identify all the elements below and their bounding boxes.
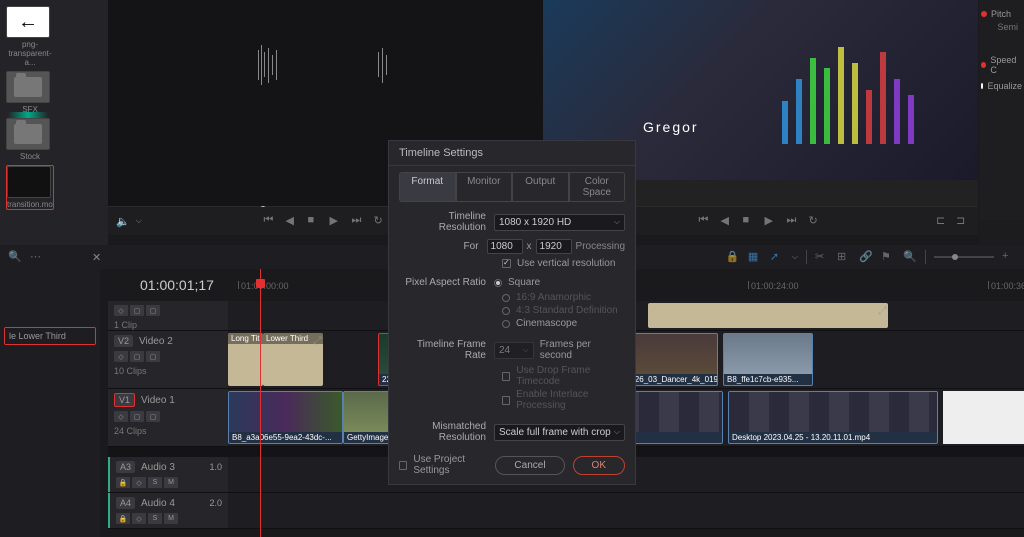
search-icon[interactable]: 🔍 bbox=[8, 250, 22, 264]
track-header-a3[interactable]: A3Audio 31.0 🔒◇SM bbox=[108, 457, 228, 492]
waveform-display bbox=[228, 40, 488, 90]
loop-icon[interactable]: ↻ bbox=[809, 214, 823, 228]
last-frame-icon[interactable]: ⏭ bbox=[352, 214, 366, 228]
pitch-label: Pitch bbox=[991, 9, 1011, 19]
radio-cinemascope[interactable] bbox=[502, 320, 510, 328]
bin-folder-sfx[interactable]: SFX bbox=[6, 71, 54, 114]
track-name: Audio 4 bbox=[141, 498, 175, 509]
mark-in-icon[interactable]: ⊏ bbox=[936, 214, 950, 228]
track-header-a4[interactable]: A4Audio 42.0 🔒◇SM bbox=[108, 493, 228, 528]
clip-desktop2[interactable]: Desktop 2023.04.25 - 13.20.11.01.mp4 bbox=[728, 391, 938, 444]
clip-count: 1 Clip bbox=[114, 320, 222, 330]
play-reverse-icon[interactable]: ◀ bbox=[286, 214, 300, 228]
media-pool: ← png-transparent-a... SFX Stock transit… bbox=[0, 0, 108, 245]
cancel-button[interactable]: Cancel bbox=[495, 456, 564, 475]
playhead[interactable] bbox=[260, 269, 261, 537]
track-header-v2[interactable]: V2Video 2 ◇▢▢ 10 Clips bbox=[108, 331, 228, 388]
expand-icon[interactable]: ⤢ bbox=[313, 335, 321, 343]
zoom-icon[interactable]: 🔍 bbox=[903, 250, 917, 264]
add-icon[interactable]: + bbox=[1002, 250, 1016, 264]
zoom-slider[interactable] bbox=[934, 256, 994, 258]
arrow-tool-icon[interactable]: ➚ bbox=[770, 250, 784, 264]
radio-square[interactable] bbox=[494, 279, 502, 287]
par-label: Pixel Aspect Ratio bbox=[399, 277, 494, 288]
link-icon[interactable]: 🔗 bbox=[859, 250, 873, 264]
speaker-icon[interactable]: 🔈 bbox=[116, 215, 130, 228]
timecode-display: 01:00:01;17 bbox=[140, 277, 214, 293]
first-frame-icon[interactable]: ⏮ bbox=[264, 214, 278, 228]
drop-checkbox bbox=[502, 372, 510, 381]
lock-icon[interactable]: 🔒 bbox=[726, 250, 740, 264]
resolution-select[interactable]: 1080 x 1920 HD⌵ bbox=[494, 214, 625, 231]
clip-count: 24 Clips bbox=[114, 426, 222, 436]
tab-format[interactable]: Format bbox=[399, 172, 456, 202]
options-icon[interactable]: ⋯ bbox=[30, 250, 44, 264]
inspector-panel: Pitch Semi Speed C Equalize bbox=[979, 0, 1024, 245]
track-name: Video 1 bbox=[141, 395, 175, 406]
track-header-v1[interactable]: V1Video 1 ◇▢▢ 24 Clips bbox=[108, 389, 228, 446]
mark-out-icon[interactable]: ⊐ bbox=[956, 214, 970, 228]
speed-label: Speed C bbox=[990, 55, 1022, 75]
blade-tool-icon[interactable]: ✂ bbox=[815, 250, 829, 264]
clip-a3a0[interactable]: B8_a3a06e55-9ea2-43dc-... bbox=[228, 391, 343, 444]
stop-icon[interactable]: ■ bbox=[308, 214, 322, 228]
play-icon[interactable]: ▶ bbox=[765, 214, 779, 228]
fps-select: 24⌵ bbox=[494, 342, 534, 359]
mismatch-label: Mismatched Resolution bbox=[399, 421, 494, 443]
clip-lower-third[interactable]: Lower Third⤢ bbox=[263, 333, 323, 386]
bin-folder-stock[interactable]: Stock bbox=[6, 118, 54, 161]
clip-long-title[interactable]: Long Tit bbox=[228, 333, 263, 386]
bin-item[interactable]: ← png-transparent-a... bbox=[6, 6, 54, 67]
height-input[interactable] bbox=[536, 239, 572, 254]
tab-output[interactable]: Output bbox=[512, 172, 569, 202]
tab-color-space[interactable]: Color Space bbox=[569, 172, 626, 202]
chevron-down-icon: ⌵ bbox=[523, 345, 529, 355]
title-overlay: Gregor bbox=[643, 119, 699, 135]
first-frame-icon[interactable]: ⏮ bbox=[699, 214, 713, 228]
timeline-settings-dialog: Timeline Settings Format Monitor Output … bbox=[388, 140, 636, 485]
chevron-down-icon: ⌵ bbox=[614, 427, 620, 437]
track-header[interactable]: ◇▢▢ 1 Clip bbox=[108, 301, 228, 330]
title-clip[interactable]: ⤢ bbox=[648, 303, 888, 328]
width-input[interactable] bbox=[487, 239, 523, 254]
effects-panel: le Lower Third bbox=[0, 269, 100, 537]
pitch-value: Semi bbox=[981, 22, 1022, 32]
track-name: Audio 3 bbox=[141, 462, 175, 473]
fps-label: Timeline Frame Rate bbox=[399, 339, 494, 361]
radio-sd[interactable] bbox=[502, 307, 510, 315]
gap-clip[interactable] bbox=[943, 391, 1024, 444]
clip-ffe[interactable]: B8_ffe1c7cb-e935... bbox=[723, 333, 813, 386]
last-frame-icon[interactable]: ⏭ bbox=[787, 214, 801, 228]
vertical-checkbox[interactable] bbox=[502, 259, 511, 268]
tab-monitor[interactable]: Monitor bbox=[456, 172, 513, 202]
effect-lower-third[interactable]: le Lower Third bbox=[4, 327, 96, 345]
expand-icon[interactable]: ⤢ bbox=[878, 305, 886, 313]
interlace-checkbox bbox=[502, 396, 510, 405]
keyframe-dot-icon[interactable] bbox=[981, 62, 986, 68]
play-reverse-icon[interactable]: ◀ bbox=[721, 214, 735, 228]
processing-label: Processing bbox=[576, 241, 625, 252]
radio-anamorphic[interactable] bbox=[502, 294, 510, 302]
dialog-title: Timeline Settings bbox=[389, 141, 635, 165]
keyframe-dot-icon[interactable] bbox=[981, 11, 987, 17]
chevron-down-icon: ⌵ bbox=[614, 217, 620, 227]
flag-icon[interactable]: ⚑ bbox=[881, 250, 895, 264]
insert-icon[interactable]: ⊞ bbox=[837, 250, 851, 264]
keyframe-dot-icon[interactable] bbox=[981, 83, 983, 89]
use-project-checkbox[interactable] bbox=[399, 461, 407, 470]
chevron-down-icon[interactable]: ⌵ bbox=[136, 216, 142, 226]
resolution-label: Timeline Resolution bbox=[399, 211, 494, 233]
ok-button[interactable]: OK bbox=[573, 456, 625, 475]
loop-icon[interactable]: ↻ bbox=[374, 214, 388, 228]
clip-count: 10 Clips bbox=[114, 366, 222, 376]
track-name: Video 2 bbox=[139, 336, 173, 347]
play-icon[interactable]: ▶ bbox=[330, 214, 344, 228]
selection-tool-icon[interactable]: ▦ bbox=[748, 250, 762, 264]
bin-transition[interactable]: transition.mov bbox=[6, 165, 54, 210]
mismatch-select[interactable]: Scale full frame with crop⌵ bbox=[494, 424, 625, 441]
stop-icon[interactable]: ■ bbox=[743, 214, 757, 228]
eq-label: Equalize bbox=[987, 81, 1022, 91]
